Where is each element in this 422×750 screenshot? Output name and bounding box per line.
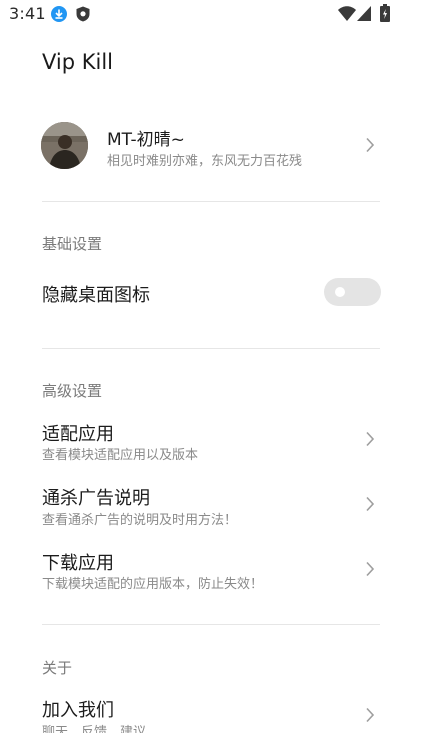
- wifi-icon: [338, 6, 356, 21]
- profile-row[interactable]: MT-初晴~ 相见时难别亦难，东风无力百花残: [0, 112, 422, 178]
- hide-icon-toggle[interactable]: [324, 278, 381, 306]
- status-time: 3:41: [9, 4, 46, 23]
- scroll-clip: [0, 733, 422, 750]
- item-title: 加入我们: [42, 700, 114, 721]
- section-title-advanced: 高级设置: [42, 382, 103, 400]
- item-subtitle: 查看模块适配应用以及版本: [42, 448, 199, 463]
- item-title: 适配应用: [42, 424, 114, 445]
- section-title-about: 关于: [42, 659, 73, 677]
- download-icon: [51, 6, 67, 22]
- profile-signature: 相见时难别亦难，东风无力百花残: [107, 154, 303, 169]
- chevron-right-icon: [366, 137, 375, 153]
- avatar-image: [41, 122, 88, 169]
- shield-icon: [76, 6, 90, 22]
- divider: [42, 348, 380, 349]
- item-subtitle: 查看通杀广告的说明及时用方法！: [42, 513, 238, 528]
- profile-name: MT-初晴~: [107, 130, 185, 150]
- divider: [42, 624, 380, 625]
- hide-icon-label: 隐藏桌面图标: [42, 285, 150, 306]
- chevron-right-icon: [366, 431, 375, 447]
- battery-icon: [380, 4, 390, 22]
- chevron-right-icon: [366, 561, 375, 577]
- item-title: 下载应用: [42, 553, 114, 574]
- signal-icon: [357, 6, 371, 21]
- item-title: 通杀广告说明: [42, 488, 150, 509]
- avatar: [41, 122, 88, 169]
- section-title-basic: 基础设置: [42, 235, 103, 253]
- chevron-right-icon: [366, 496, 375, 512]
- divider: [42, 201, 380, 202]
- chevron-right-icon: [366, 707, 375, 723]
- app-title: Vip Kill: [42, 50, 114, 74]
- toggle-knob: [335, 287, 345, 297]
- item-subtitle: 下载模块适配的应用版本，防止失效！: [42, 577, 264, 592]
- status-bar: 3:41: [0, 0, 422, 30]
